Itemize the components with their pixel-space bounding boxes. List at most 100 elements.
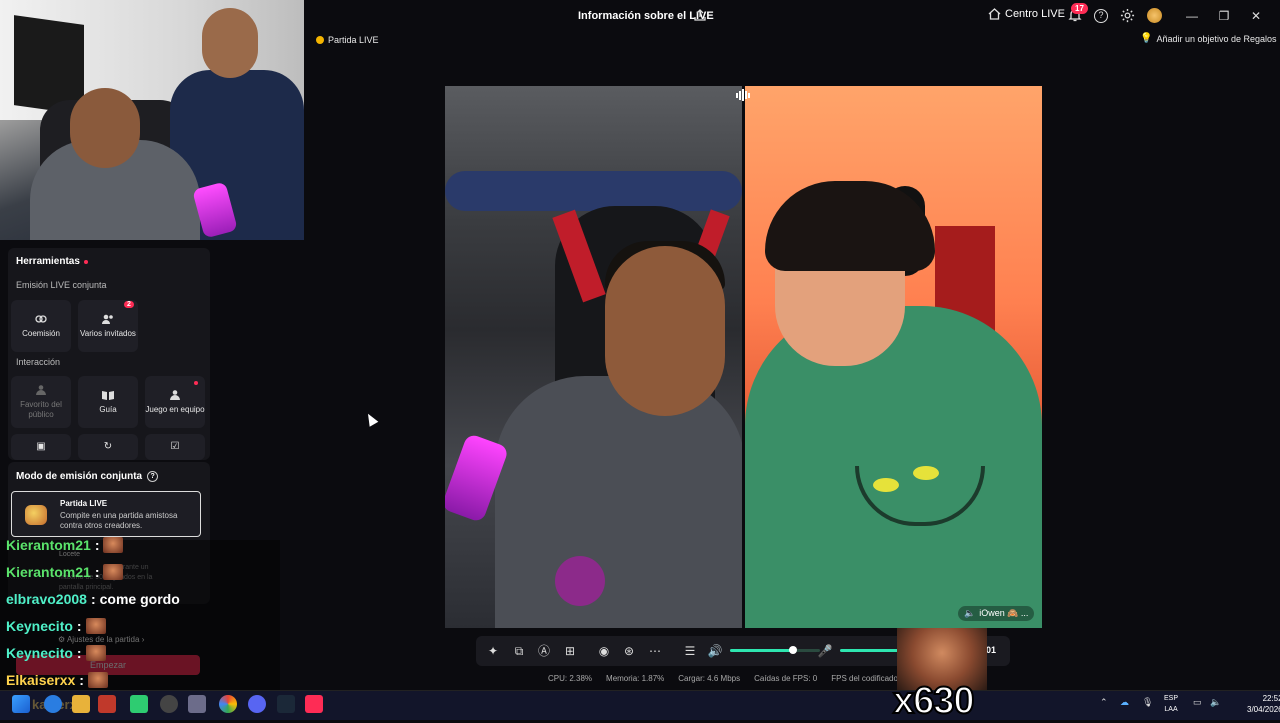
more-icon[interactable]: ⋯ [647,643,663,659]
chat-message: Elkaiserxx: [6,670,108,690]
control-end-label: 01 [986,645,997,655]
chat-emote-icon [103,564,124,580]
info-icon[interactable]: ? [147,471,159,482]
magic-wand-icon[interactable]: ✦ [485,643,501,659]
centro-live-button[interactable]: Centro LIVE [988,8,1065,20]
layout-icon[interactable]: ⧉ [511,643,527,659]
alert-dot [194,381,198,385]
restore-icon[interactable]: ❐ [1216,8,1232,24]
play-icon[interactable] [130,695,148,713]
microphone-icon[interactable]: 🎤 [817,643,833,659]
help-icon[interactable]: ? [1094,9,1108,23]
cohost-mode-title-label: Modo de emisión conjunta [16,471,143,482]
partida-card-title: Partida LIVE [60,499,108,508]
add-screen-icon[interactable]: ⊞ [562,643,578,659]
chat-emote-icon [85,645,106,661]
gift-goal-label: Añadir un objetivo de Regalos [1156,33,1277,44]
chat-message: Keynecito: [6,616,106,636]
check-icon: ☑ [170,441,180,452]
record-icon[interactable]: ◉ [596,643,612,659]
guest-name-label: iOwen 🙈 ... [979,608,1029,618]
minimize-icon[interactable]: — [1184,8,1200,24]
chat-message: elbravo2008: come gordo [6,589,180,609]
lightbulb-icon: 💡 [1140,33,1153,44]
guia-label: Guía [99,405,117,414]
monitor-icon[interactable]: ▭ [1193,697,1202,708]
partida-card-desc: Compite en una partida amistosa contra o… [60,511,178,530]
gear-icon[interactable] [1120,8,1135,23]
share-icon[interactable] [693,8,707,22]
tiktok-live-icon[interactable] [305,695,323,713]
cohost-section-label: Emisión LIVE conjunta [16,280,107,290]
partida-live-chip[interactable]: Partida LIVE [316,32,379,48]
chat-username: Keynecito [6,645,73,661]
interaction-section-label: Interacción [16,357,61,367]
chrome-icon[interactable] [219,695,237,713]
coemision-button[interactable]: Coemisión [11,300,71,352]
guia-button[interactable]: Guía [78,376,138,428]
volume-slider-fill [730,649,793,652]
gift-goal-button[interactable]: 💡 Añadir un objetivo de Regalos [1140,33,1277,44]
centro-live-label: Centro LIVE [1005,8,1065,20]
memory-stat: Memoria: 1.87% [606,674,665,683]
team-icon [170,390,180,400]
notification-badge: 17 [1071,3,1088,14]
discord-icon[interactable] [248,695,266,713]
users-icon [102,314,113,324]
chat-username: Kierantom21 [6,564,91,580]
adjust-icon[interactable]: ☰ [682,643,698,659]
chat-message: Kierantom21: [6,562,124,582]
home-icon [988,8,1001,20]
tool-more-1[interactable]: ▣ [11,434,71,460]
partida-live-card[interactable]: Partida LIVE Compite en una partida amis… [11,491,201,537]
favorito-label: Favorito del público [20,400,62,419]
chat-emote-icon [87,672,108,688]
folder-icon[interactable] [72,695,90,713]
guest-name-tag[interactable]: 🔈 iOwen 🙈 ... [958,606,1035,621]
clock-time: 22:52 [1262,694,1280,703]
app-icon-gray[interactable] [188,695,206,713]
close-icon[interactable]: ✕ [1248,8,1264,24]
app-icon-red[interactable] [98,695,116,713]
tool-more-3[interactable]: ☑ [145,434,205,460]
guest-video [745,86,1042,628]
mic-slider[interactable] [840,649,900,652]
tools-title-label: Herramientas [16,256,80,267]
mic-tray-icon[interactable]: 🎙 [1142,697,1153,708]
windows-start-icon[interactable] [12,695,30,713]
obs-icon[interactable] [160,695,178,713]
audio-wave-icon [735,89,751,101]
cohost-mode-title: Modo de emisión conjunta ? [16,471,159,482]
partida-icon [25,505,47,525]
chat-separator: : [76,645,82,661]
tool-more-2[interactable]: ↻ [78,434,138,460]
coin-icon [316,36,324,44]
juego-equipo-label: Juego en equipo [145,405,205,414]
edge-icon[interactable] [44,695,62,713]
chat-message: Kierantom21: [6,535,124,555]
avatar[interactable] [1147,8,1162,23]
chat-emote-icon [103,537,124,553]
favorito-publico-button[interactable]: Favorito del público [11,376,71,428]
cloud-icon[interactable]: ☁ [1120,697,1129,708]
volume-slider-knob[interactable] [789,646,797,654]
speaker-tray-icon[interactable]: 🔈 [1210,697,1221,708]
partida-live-chip-label: Partida LIVE [328,35,379,45]
ai-icon[interactable]: Ⓐ [536,643,552,659]
chat-separator: : [76,618,82,634]
chat-username: Keynecito [6,618,73,634]
steam-icon[interactable] [277,695,295,713]
emote-combo-counter: x630 [892,679,976,723]
volume-icon[interactable]: 🔊 [707,643,723,659]
language-indicator[interactable]: ESP LAA [1164,693,1178,715]
chat-separator: : [90,591,96,607]
chevron-up-icon[interactable]: ⌃ [1100,697,1108,708]
chat-username: Elkaiserxx [6,672,76,688]
book-icon [102,391,114,400]
fps-drop-stat: Caídas de FPS: 0 [754,674,818,683]
camera-effect-icon[interactable]: ⊛ [621,643,637,659]
clock[interactable]: 22:52 3/04/2026 [1247,693,1280,715]
speaker-icon: 🔈 [964,608,976,618]
stats-bar: CPU: 2.38% Memoria: 1.87% Cargar: 4.6 Mb… [548,674,910,683]
tools-title: Herramientas [16,256,88,267]
